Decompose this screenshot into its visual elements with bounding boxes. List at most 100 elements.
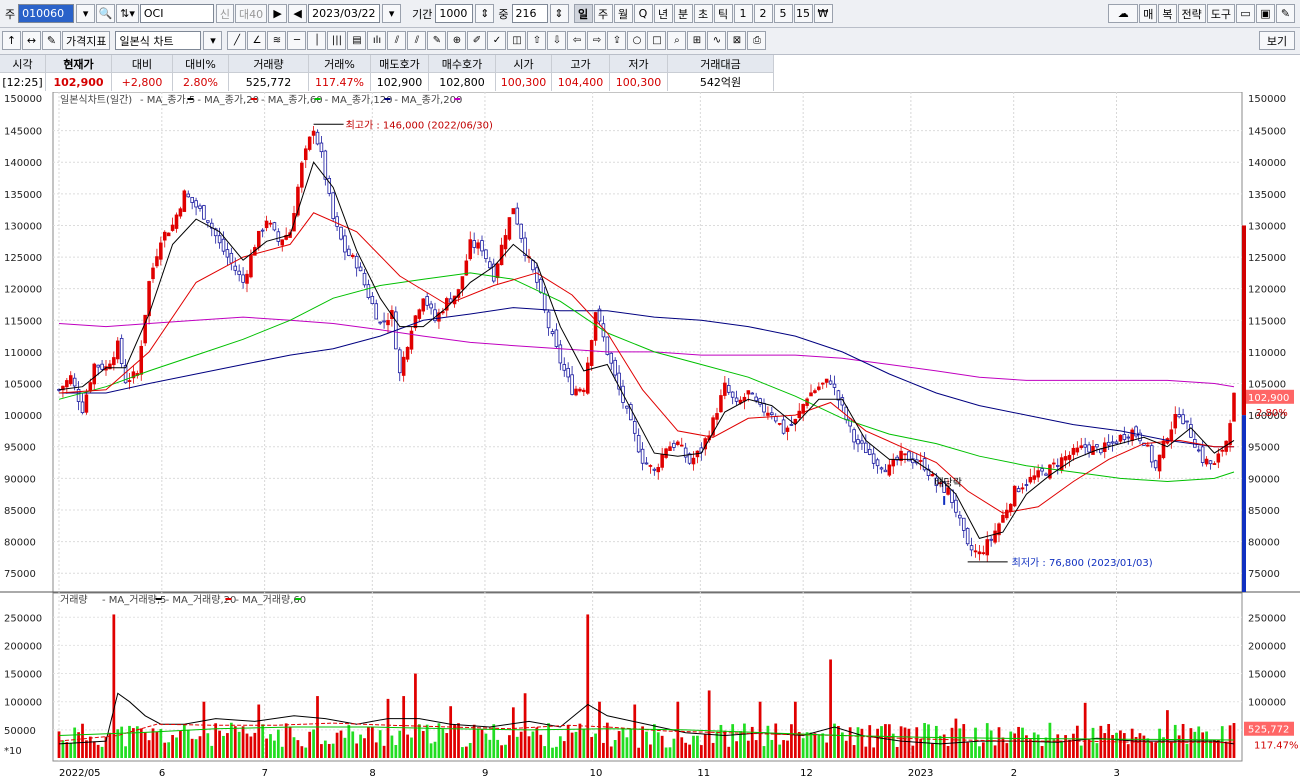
- period-button-10[interactable]: 5: [773, 4, 793, 23]
- drawing-tool-icon-20[interactable]: ○: [627, 31, 647, 50]
- drawing-tool-icon-2[interactable]: ≋: [267, 31, 287, 50]
- volume-bar: [253, 732, 257, 758]
- candle-body: [903, 453, 907, 456]
- stock-name-field[interactable]: OCI: [139, 4, 214, 23]
- period-button-7[interactable]: 틱: [713, 4, 733, 23]
- drawing-tool-icon-16[interactable]: ⇩: [547, 31, 567, 50]
- candle-body: [139, 345, 144, 375]
- candle-body: [249, 255, 253, 278]
- volume-bar: [335, 732, 339, 758]
- edit-icon[interactable]: ✎: [42, 31, 61, 50]
- drawing-tool-icon-14[interactable]: ◫: [507, 31, 527, 50]
- drawing-tool-icon-26[interactable]: ⎙: [747, 31, 767, 50]
- search-icon[interactable]: 🔍: [96, 4, 116, 23]
- drawing-tool-icon-4[interactable]: │: [307, 31, 327, 50]
- drawing-tool-icon-21[interactable]: □: [647, 31, 667, 50]
- y-axis-top-label: 150000: [4, 94, 42, 105]
- y-tick-label-right: 130000: [1248, 221, 1286, 232]
- candle-body: [1071, 447, 1076, 455]
- play-backward-icon[interactable]: ◀: [288, 4, 308, 23]
- drawing-tool-icon-8[interactable]: ⫽: [387, 31, 407, 50]
- volume-bar: [323, 740, 327, 758]
- period-button-3[interactable]: Q: [633, 4, 653, 23]
- period-button-5[interactable]: 분: [673, 4, 693, 23]
- candle-body: [476, 242, 480, 249]
- chart-type-select[interactable]: 일본식 차트: [115, 31, 202, 50]
- volume-bar: [633, 704, 637, 758]
- volume-bar: [147, 740, 151, 758]
- drawing-tool-icon-0[interactable]: ╱: [227, 31, 247, 50]
- period-button-9[interactable]: 2: [753, 4, 773, 23]
- period-input[interactable]: 1000: [435, 4, 474, 23]
- quote-value-2: +2,800: [112, 73, 173, 91]
- drawing-tool-icon-23[interactable]: ⊞: [687, 31, 707, 50]
- drawing-tool-icon-5[interactable]: |||: [327, 31, 347, 50]
- cloud-icon[interactable]: ☁: [1108, 4, 1139, 23]
- period-button-2[interactable]: 월: [613, 4, 633, 23]
- volume-bar: [574, 731, 578, 758]
- folder-icon[interactable]: ▭: [1236, 4, 1255, 23]
- sort-button[interactable]: ⇅▾: [116, 4, 139, 23]
- volume-bar: [997, 727, 1001, 758]
- stock-chart[interactable]: 2022/05 6 7 8 9 10 11 12 2023 2 3 150000 150000 14500…: [0, 92, 1300, 779]
- y-tick-label-right: 125000: [1248, 253, 1286, 264]
- candle-body: [531, 260, 535, 271]
- play-forward-icon[interactable]: ▶: [268, 4, 288, 23]
- drawing-tool-icon-15[interactable]: ⇧: [527, 31, 547, 50]
- expand-icon[interactable]: ↔: [22, 31, 41, 50]
- period-button-6[interactable]: 초: [693, 4, 713, 23]
- period-button-8[interactable]: 1: [733, 4, 753, 23]
- volume-bar: [829, 659, 832, 758]
- view-button[interactable]: 보기: [1259, 31, 1295, 50]
- period-button-11[interactable]: 15: [793, 4, 813, 23]
- period-spin-button[interactable]: ⇕: [475, 4, 495, 23]
- compound-button[interactable]: 복: [1158, 4, 1177, 23]
- drawing-tool-icon-7[interactable]: ılı: [367, 31, 387, 50]
- volume-bar: [96, 744, 100, 758]
- volume-bar: [69, 742, 73, 758]
- drawing-tool-icon-6[interactable]: ▤: [347, 31, 367, 50]
- date-dropdown-button[interactable]: ▾: [382, 4, 402, 23]
- drawing-tool-icon-17[interactable]: ⇦: [567, 31, 587, 50]
- date-input[interactable]: 2023/03/22: [308, 4, 381, 23]
- volume-bar: [1103, 733, 1107, 758]
- volume-bar: [621, 728, 625, 758]
- drawing-tool-icon-11[interactable]: ⊕: [447, 31, 467, 50]
- buy-sell-button[interactable]: 매: [1139, 4, 1158, 23]
- candle-settings-icon[interactable]: ₩: [813, 4, 833, 23]
- drawing-tool-icon-13[interactable]: ✓: [487, 31, 507, 50]
- overlap-spin-button[interactable]: ⇕: [549, 4, 569, 23]
- code-dropdown-button[interactable]: ▾: [76, 4, 96, 23]
- x-axis-label: 12: [800, 768, 813, 779]
- period-button-0[interactable]: 일: [573, 4, 593, 23]
- period-button-4[interactable]: 년: [653, 4, 673, 23]
- period-button-1[interactable]: 주: [593, 4, 613, 23]
- drawing-tool-icon-19[interactable]: ⇪: [607, 31, 627, 50]
- drawing-tool-icon-18[interactable]: ⇨: [587, 31, 607, 50]
- tools-button[interactable]: 도구: [1206, 4, 1235, 23]
- scroll-up-icon[interactable]: ↑: [2, 31, 21, 50]
- drawing-tool-icon-10[interactable]: ✎: [427, 31, 447, 50]
- volume-bar: [539, 734, 543, 758]
- drawing-tool-icon-24[interactable]: ∿: [707, 31, 727, 50]
- drawing-tool-icon-9[interactable]: ⫽: [407, 31, 427, 50]
- drawing-tool-icon-22[interactable]: ⌕: [667, 31, 687, 50]
- indicator-button[interactable]: 가격지표: [62, 31, 111, 50]
- candle-body: [507, 217, 512, 240]
- candle-body: [1044, 473, 1048, 476]
- drawing-tool-icon-12[interactable]: ✐: [467, 31, 487, 50]
- volume-bar: [171, 735, 174, 758]
- candle-body: [1005, 509, 1009, 519]
- stock-code-input[interactable]: 010060: [18, 4, 75, 23]
- drawing-tool-icon-1[interactable]: ∠: [247, 31, 267, 50]
- drawing-tool-icon-25[interactable]: ⊠: [727, 31, 747, 50]
- save-icon[interactable]: ▣: [1256, 4, 1275, 23]
- drawing-tool-icon-3[interactable]: ─: [287, 31, 307, 50]
- overlap-input[interactable]: 216: [511, 4, 548, 23]
- volume-bar: [844, 740, 848, 758]
- chart-type-dropdown[interactable]: ▾: [203, 31, 223, 50]
- candle-body: [836, 390, 841, 401]
- strategy-button[interactable]: 전략: [1177, 4, 1206, 23]
- wrench-icon[interactable]: ✎: [1276, 4, 1295, 23]
- volume-bar: [856, 727, 860, 758]
